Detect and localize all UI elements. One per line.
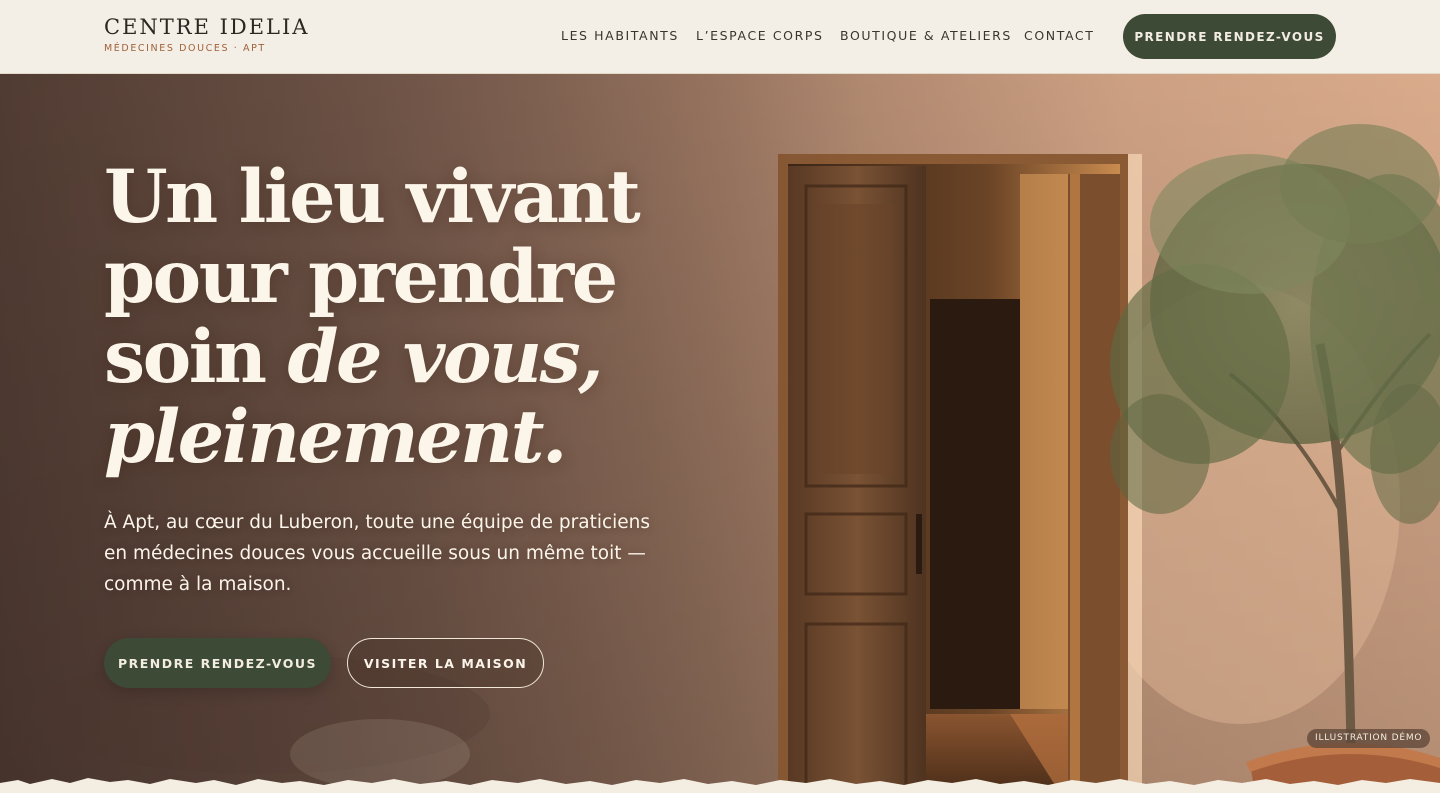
visit-house-button[interactable]: VISITER LA MAISON <box>347 638 544 688</box>
nav-item-habitants[interactable]: LES HABITANTS <box>561 28 679 43</box>
hero-section: Un lieu vivant pour prendre soin de vous… <box>0 74 1440 793</box>
hero-title-line-4: pleinement. <box>104 397 724 477</box>
hero-title: Un lieu vivant pour prendre soin de vous… <box>104 157 724 477</box>
hero-title-line-3: soin de vous, <box>104 317 724 397</box>
torn-paper-edge <box>0 778 1440 793</box>
nav-item-contact[interactable]: CONTACT <box>1024 28 1094 43</box>
hero-title-line-1: Un lieu vivant <box>104 154 641 240</box>
nav-item-boutique-ateliers[interactable]: BOUTIQUE & ATELIERS <box>840 28 1012 43</box>
hero-title-line-2: pour prendre <box>104 234 618 320</box>
hero-lead: À Apt, au cœur du Luberon, toute une équ… <box>104 512 651 595</box>
hero-title-line-3-italic: de vous, <box>287 314 604 400</box>
site-header: CENTRE IDELIA MÉDECINES DOUCES · APT LES… <box>0 0 1440 74</box>
hero-text: Un lieu vivant pour prendre soin de vous… <box>104 157 724 600</box>
hero-title-line-3-plain: soin <box>104 314 288 400</box>
header-appointment-button[interactable]: PRENDRE RENDEZ-VOUS <box>1123 14 1336 59</box>
nav-item-espace-corps[interactable]: L’ESPACE CORPS <box>696 28 824 43</box>
demo-illustration-badge: ILLUSTRATION DÉMO <box>1307 729 1431 748</box>
hero-title-line-4-italic: pleinement. <box>104 394 567 480</box>
hero-appointment-button[interactable]: PRENDRE RENDEZ-VOUS <box>104 638 331 688</box>
